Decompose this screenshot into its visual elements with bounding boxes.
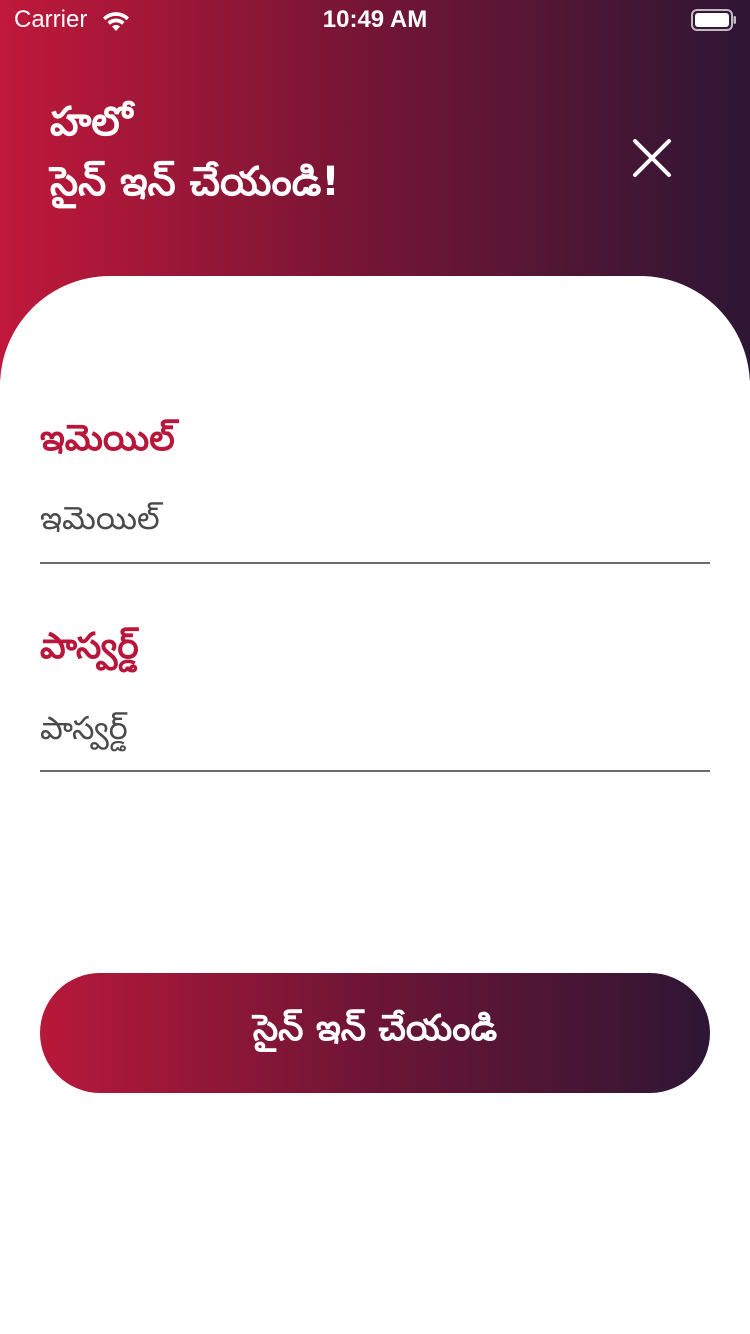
sign-in-button-label: సైన్ ఇన్ చేయండి [252,1008,498,1049]
email-label: ఇమెయిల్ [40,418,175,459]
status-time: 10:49 AM [322,6,428,33]
greeting-title: హలో సైన్ ఇన్ చేయండి! [50,92,340,212]
greeting-line-hello: హలో [50,99,133,145]
sign-in-button[interactable]: సైన్ ఇన్ చేయండి [40,973,710,1093]
password-field[interactable] [40,698,710,758]
status-bar: Carrier 10:49 AM [0,0,750,40]
password-underline [40,770,710,772]
close-icon[interactable] [622,128,682,188]
email-underline [40,562,710,564]
greeting-line-signin: సైన్ ఇన్ చేయండి! [50,159,340,205]
email-field[interactable] [40,488,710,548]
battery-icon [691,9,736,31]
password-label: పాస్వర్డ్ [40,626,139,667]
